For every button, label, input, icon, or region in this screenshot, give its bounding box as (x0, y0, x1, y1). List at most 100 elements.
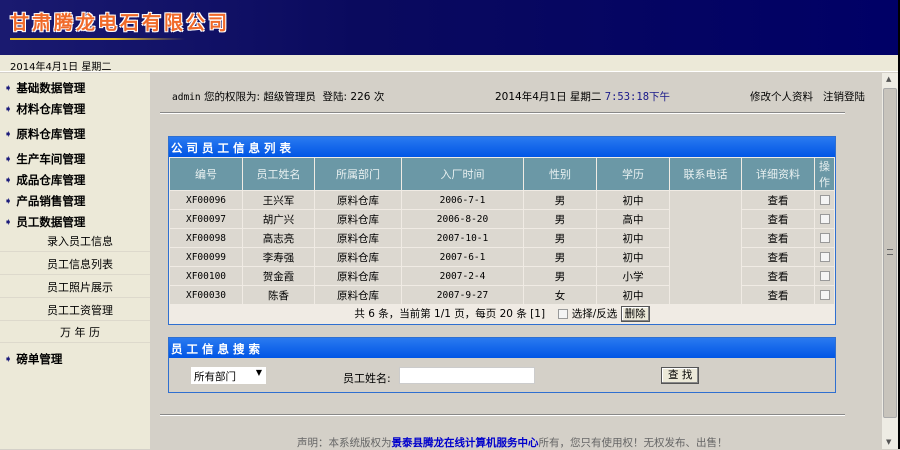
column-header: 入厂时间 (402, 158, 523, 190)
sidebar-sub-add-employee[interactable]: 录入员工信息 (0, 231, 150, 252)
table-cell: 2006-8-20 (402, 210, 523, 228)
arrow-icon: ➧ (4, 216, 13, 228)
sidebar-item-sales[interactable]: ➧ 产品销售管理 (4, 193, 85, 209)
divider (160, 112, 845, 114)
select-all-checkbox[interactable] (558, 309, 569, 319)
column-header: 编号 (170, 158, 242, 190)
role: 超级管理员 (263, 91, 316, 103)
department-selected: 所有部门 (194, 371, 236, 383)
sidebar: ➧ 基础数据管理 ➧ 材料仓库管理 ➧ 原料仓库管理 ➧ 生产车间管理 ➧ 成品仓库管理 … (0, 73, 150, 449)
sidebar-item-workshop[interactable]: ➧ 生产车间管理 (4, 151, 85, 167)
row-checkbox[interactable] (819, 252, 830, 262)
username: admin (172, 92, 201, 103)
row-checkbox[interactable] (819, 233, 830, 243)
login-unit: 次 (373, 91, 385, 103)
scroll-down-icon[interactable]: ▼ (886, 438, 891, 446)
row-checkbox[interactable] (819, 290, 830, 300)
edit-profile-link[interactable]: 修改个人资料 (750, 91, 813, 103)
arrow-icon: ➧ (4, 128, 13, 140)
table-cell: XF00030 (170, 286, 242, 304)
sidebar-item-employee-data[interactable]: ➧ 员工数据管理 (4, 214, 85, 230)
label: 磅单管理 (16, 352, 63, 366)
table-cell: XF00100 (170, 267, 242, 285)
table-header: 编号 员工姓名 所属部门 入厂时间 性别 学历 联系电话 详细资料操 作 (170, 158, 834, 190)
table-cell: XF00097 (170, 210, 242, 228)
sidebar-item-material-warehouse[interactable]: ➧ 材料仓库管理 (4, 101, 85, 117)
view-details-link[interactable]: 查看 (742, 229, 814, 247)
table-cell: 男 (524, 248, 596, 266)
search-button[interactable]: 查 找 (661, 367, 700, 384)
scroll-up-icon[interactable]: ▲ (886, 75, 891, 83)
column-header: 所属部门 (315, 158, 401, 190)
company-logo: 甘肃腾龙电石有限公司 (10, 12, 231, 34)
label: 生产车间管理 (16, 152, 86, 166)
logout-link[interactable]: 注销登陆 (823, 91, 865, 103)
arrow-icon: ➧ (4, 82, 13, 94)
view-details-link[interactable]: 查看 (742, 210, 814, 228)
column-header: 性别 (524, 158, 596, 190)
footer-divider (160, 414, 845, 416)
row-checkbox[interactable] (819, 214, 830, 224)
table-cell: 男 (524, 191, 596, 209)
vertical-scrollbar[interactable]: ▲ ▼ (882, 73, 898, 449)
table-cell: 男 (524, 267, 596, 285)
table-cell: 初中 (597, 191, 669, 209)
view-details-link[interactable]: 查看 (742, 286, 814, 304)
department-select[interactable]: 所有部门 ▼ (191, 367, 266, 384)
row-select-cell (815, 267, 834, 285)
delete-button[interactable]: 删除 (620, 306, 650, 322)
sidebar-item-weigh-bill[interactable]: ➧ 磅单管理 (4, 351, 62, 367)
sidebar-sub-employee-photos[interactable]: 员工照片展示 (0, 277, 150, 298)
label: 员工数据管理 (16, 215, 86, 229)
pagination-info: 共 6 条，当前第 1/1 页，每页 20 条 [1] (354, 308, 546, 320)
chevron-down-icon: ▼ (255, 368, 262, 377)
date-bar: 2014年4月1日 星期二 (0, 55, 898, 73)
sidebar-item-raw-warehouse[interactable]: ➧ 原料仓库管理 (4, 126, 85, 142)
table-cell: 男 (524, 229, 596, 247)
table-cell: 原料仓库 (315, 248, 401, 266)
employee-list-panel: 公司员工信息列表 编号 员工姓名 所属部门 入厂时间 性别 学历 联系电话 详细资料操 作 X… (168, 136, 836, 325)
row-select-cell (815, 210, 834, 228)
name-input[interactable] (399, 367, 535, 384)
table-cell: 男 (524, 210, 596, 228)
table-cell: 贺金霞 (243, 267, 314, 285)
label: 原料仓库管理 (16, 127, 86, 141)
table-cell: 李寿强 (243, 248, 314, 266)
table-cell: 高志亮 (243, 229, 314, 247)
sidebar-sub-salary[interactable]: 员工工资管理 (0, 300, 150, 321)
view-details-link[interactable]: 查看 (742, 191, 814, 209)
search-body: 所有部门 ▼ 员工姓名: 查 找 (169, 358, 835, 392)
label: 成品仓库管理 (16, 173, 86, 187)
column-header: 员工姓名 (243, 158, 314, 190)
table-cell: 高中 (597, 210, 669, 228)
datetime: 2014年4月1日 星期二 7:53:18下午 (495, 89, 670, 104)
row-checkbox[interactable] (819, 271, 830, 281)
table-cell: 胡广兴 (243, 210, 314, 228)
select-toggle-label: 选择/反选 (571, 308, 618, 320)
table-cell: 原料仓库 (315, 286, 401, 304)
row-select-cell (815, 248, 834, 266)
sidebar-sub-employee-list[interactable]: 员工信息列表 (0, 254, 150, 275)
table-cell: 2007-6-1 (402, 248, 523, 266)
table-cell: 陈香 (243, 286, 314, 304)
label: 产品销售管理 (16, 194, 86, 208)
scrollbar-thumb[interactable] (883, 88, 897, 418)
footer-link[interactable]: 景泰县腾龙在线计算机服务中心 (392, 437, 539, 449)
user-links: 修改个人资料 注销登陆 (750, 89, 865, 104)
search-panel: 员工信息搜索 所有部门 ▼ 员工姓名: 查 找 (168, 337, 836, 393)
view-details-link[interactable]: 查看 (742, 267, 814, 285)
header-banner: 甘肃腾龙电石有限公司 (0, 0, 898, 55)
table-cell: 小学 (597, 267, 669, 285)
sidebar-item-basic-data[interactable]: ➧ 基础数据管理 (4, 80, 85, 96)
table-cell: 原料仓库 (315, 210, 401, 228)
row-checkbox[interactable] (819, 195, 830, 205)
view-details-link[interactable]: 查看 (742, 248, 814, 266)
sidebar-item-product-warehouse[interactable]: ➧ 成品仓库管理 (4, 172, 85, 188)
sidebar-sub-calendar[interactable]: 万 年 历 (0, 322, 150, 343)
logo-underline (10, 38, 185, 40)
row-select-cell (815, 191, 834, 209)
name-label: 员工姓名: (343, 372, 391, 385)
login-label: 登陆: (322, 91, 348, 103)
user-info: admin 您的权限为: 超级管理员 登陆: 226 次 (172, 89, 384, 104)
table-footer: 共 6 条，当前第 1/1 页，每页 20 条 [1] 选择/反选 删除 (169, 305, 835, 324)
